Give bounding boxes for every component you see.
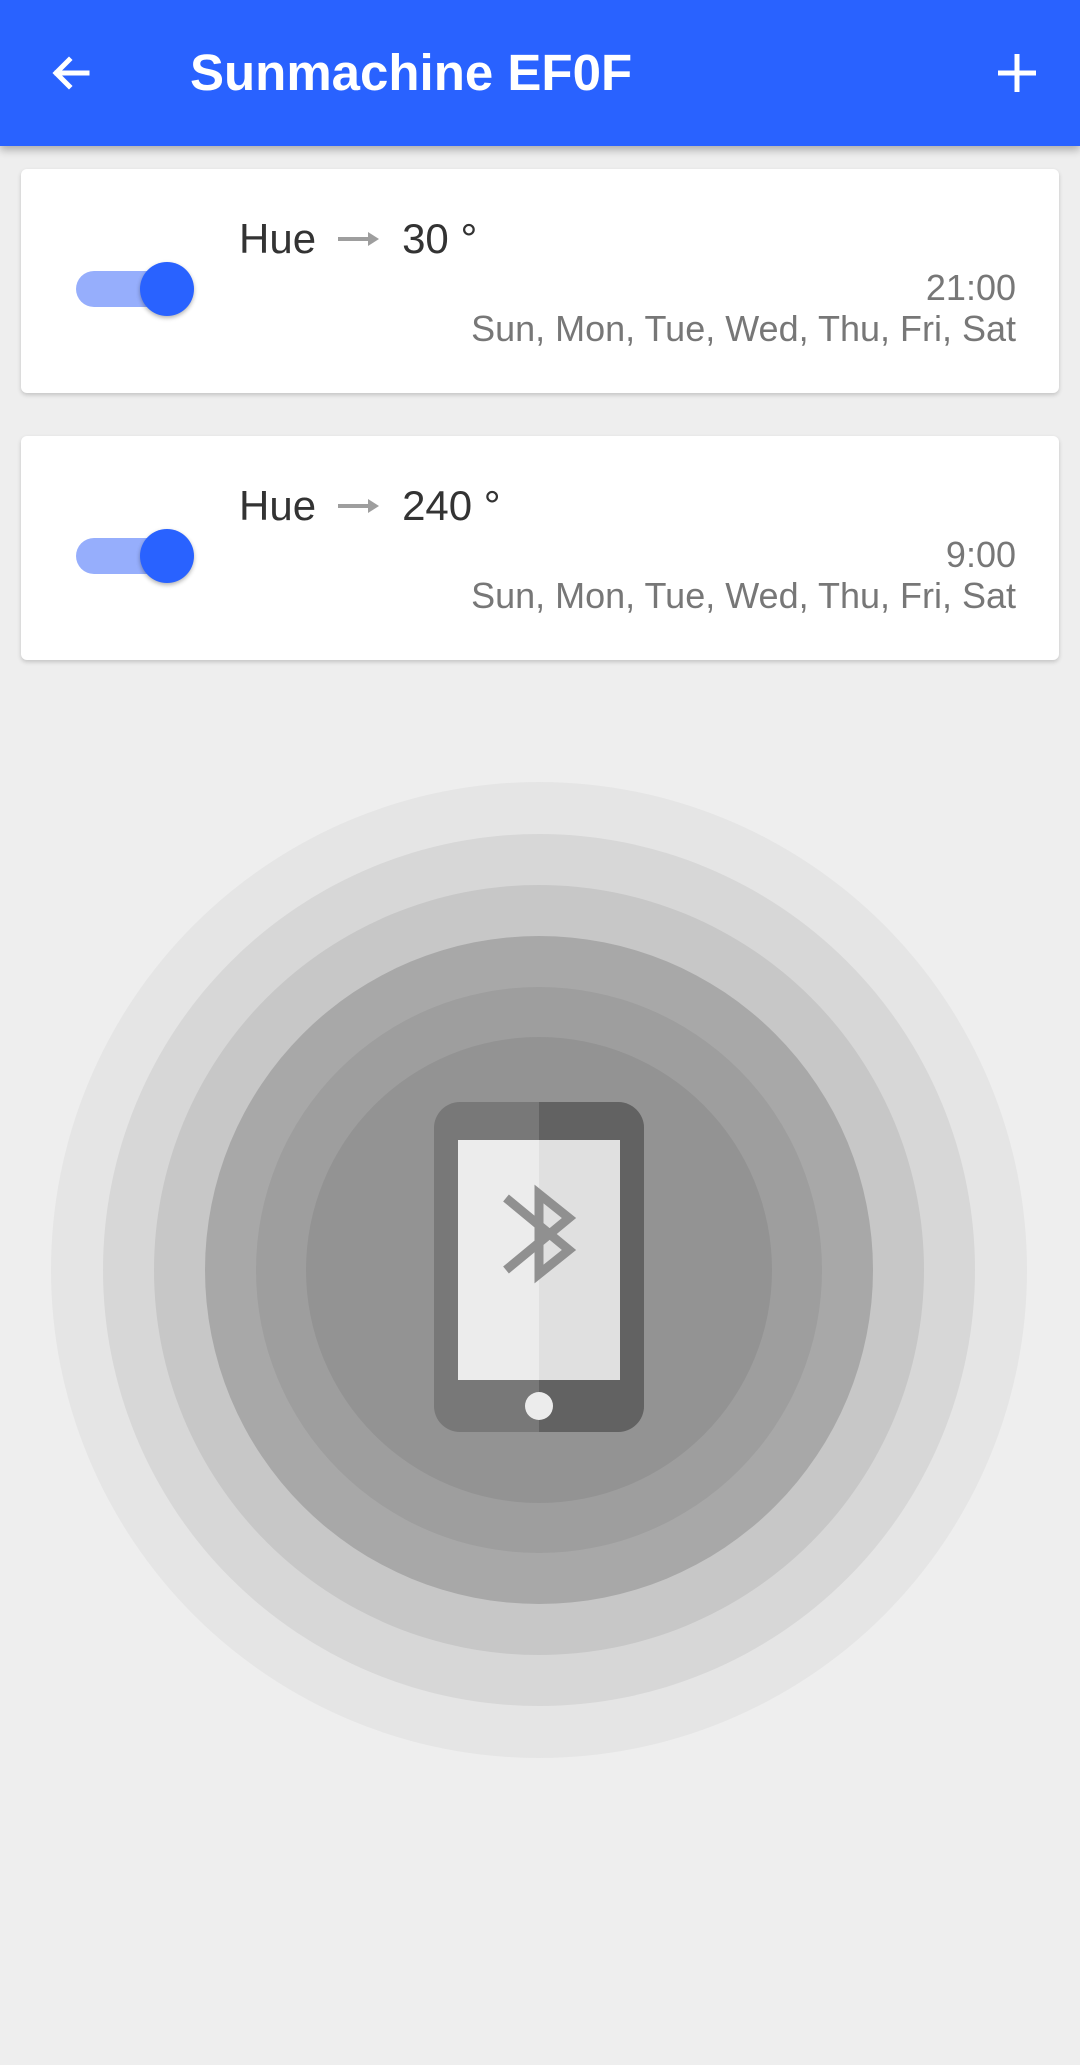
rule-enabled-toggle[interactable] — [76, 255, 196, 316]
rule-value: 30 ° — [402, 215, 478, 262]
rule-summary: Hue 240 ° — [239, 476, 501, 536]
rule-property: Hue — [239, 482, 317, 529]
rule-summary: Hue 30 ° — [239, 209, 477, 269]
page-title: Sunmachine EF0F — [190, 44, 633, 101]
add-rule-button[interactable] — [982, 38, 1052, 108]
schedule-card[interactable]: Hue 240 ° 9:00 Sun, Mon, Tue, Wed, Thu, … — [21, 436, 1059, 660]
back-button[interactable] — [36, 38, 106, 108]
rule-time: 9:00 — [945, 534, 1016, 575]
app-bar: Sunmachine EF0F — [0, 0, 1080, 146]
toggle-thumb — [140, 262, 194, 316]
schedule-card[interactable]: Hue 30 ° 21:00 Sun, Mon, Tue, Wed, Thu, … — [21, 169, 1059, 393]
rule-days: Sun, Mon, Tue, Wed, Thu, Fri, Sat — [471, 308, 1016, 349]
toggle-thumb — [140, 529, 194, 583]
plus-icon — [998, 54, 1036, 92]
rule-value: 240 ° — [402, 482, 501, 529]
bluetooth-scan-animation — [51, 782, 1027, 1758]
rule-days: Sun, Mon, Tue, Wed, Thu, Fri, Sat — [471, 575, 1016, 616]
rule-enabled-toggle[interactable] — [76, 522, 196, 583]
rule-time: 21:00 — [925, 267, 1016, 308]
rule-property: Hue — [239, 215, 317, 262]
bluetooth-phone-icon — [434, 1102, 644, 1432]
arrow-left-icon — [52, 56, 90, 90]
arrow-right-icon — [338, 496, 380, 516]
arrow-right-icon — [338, 229, 380, 249]
